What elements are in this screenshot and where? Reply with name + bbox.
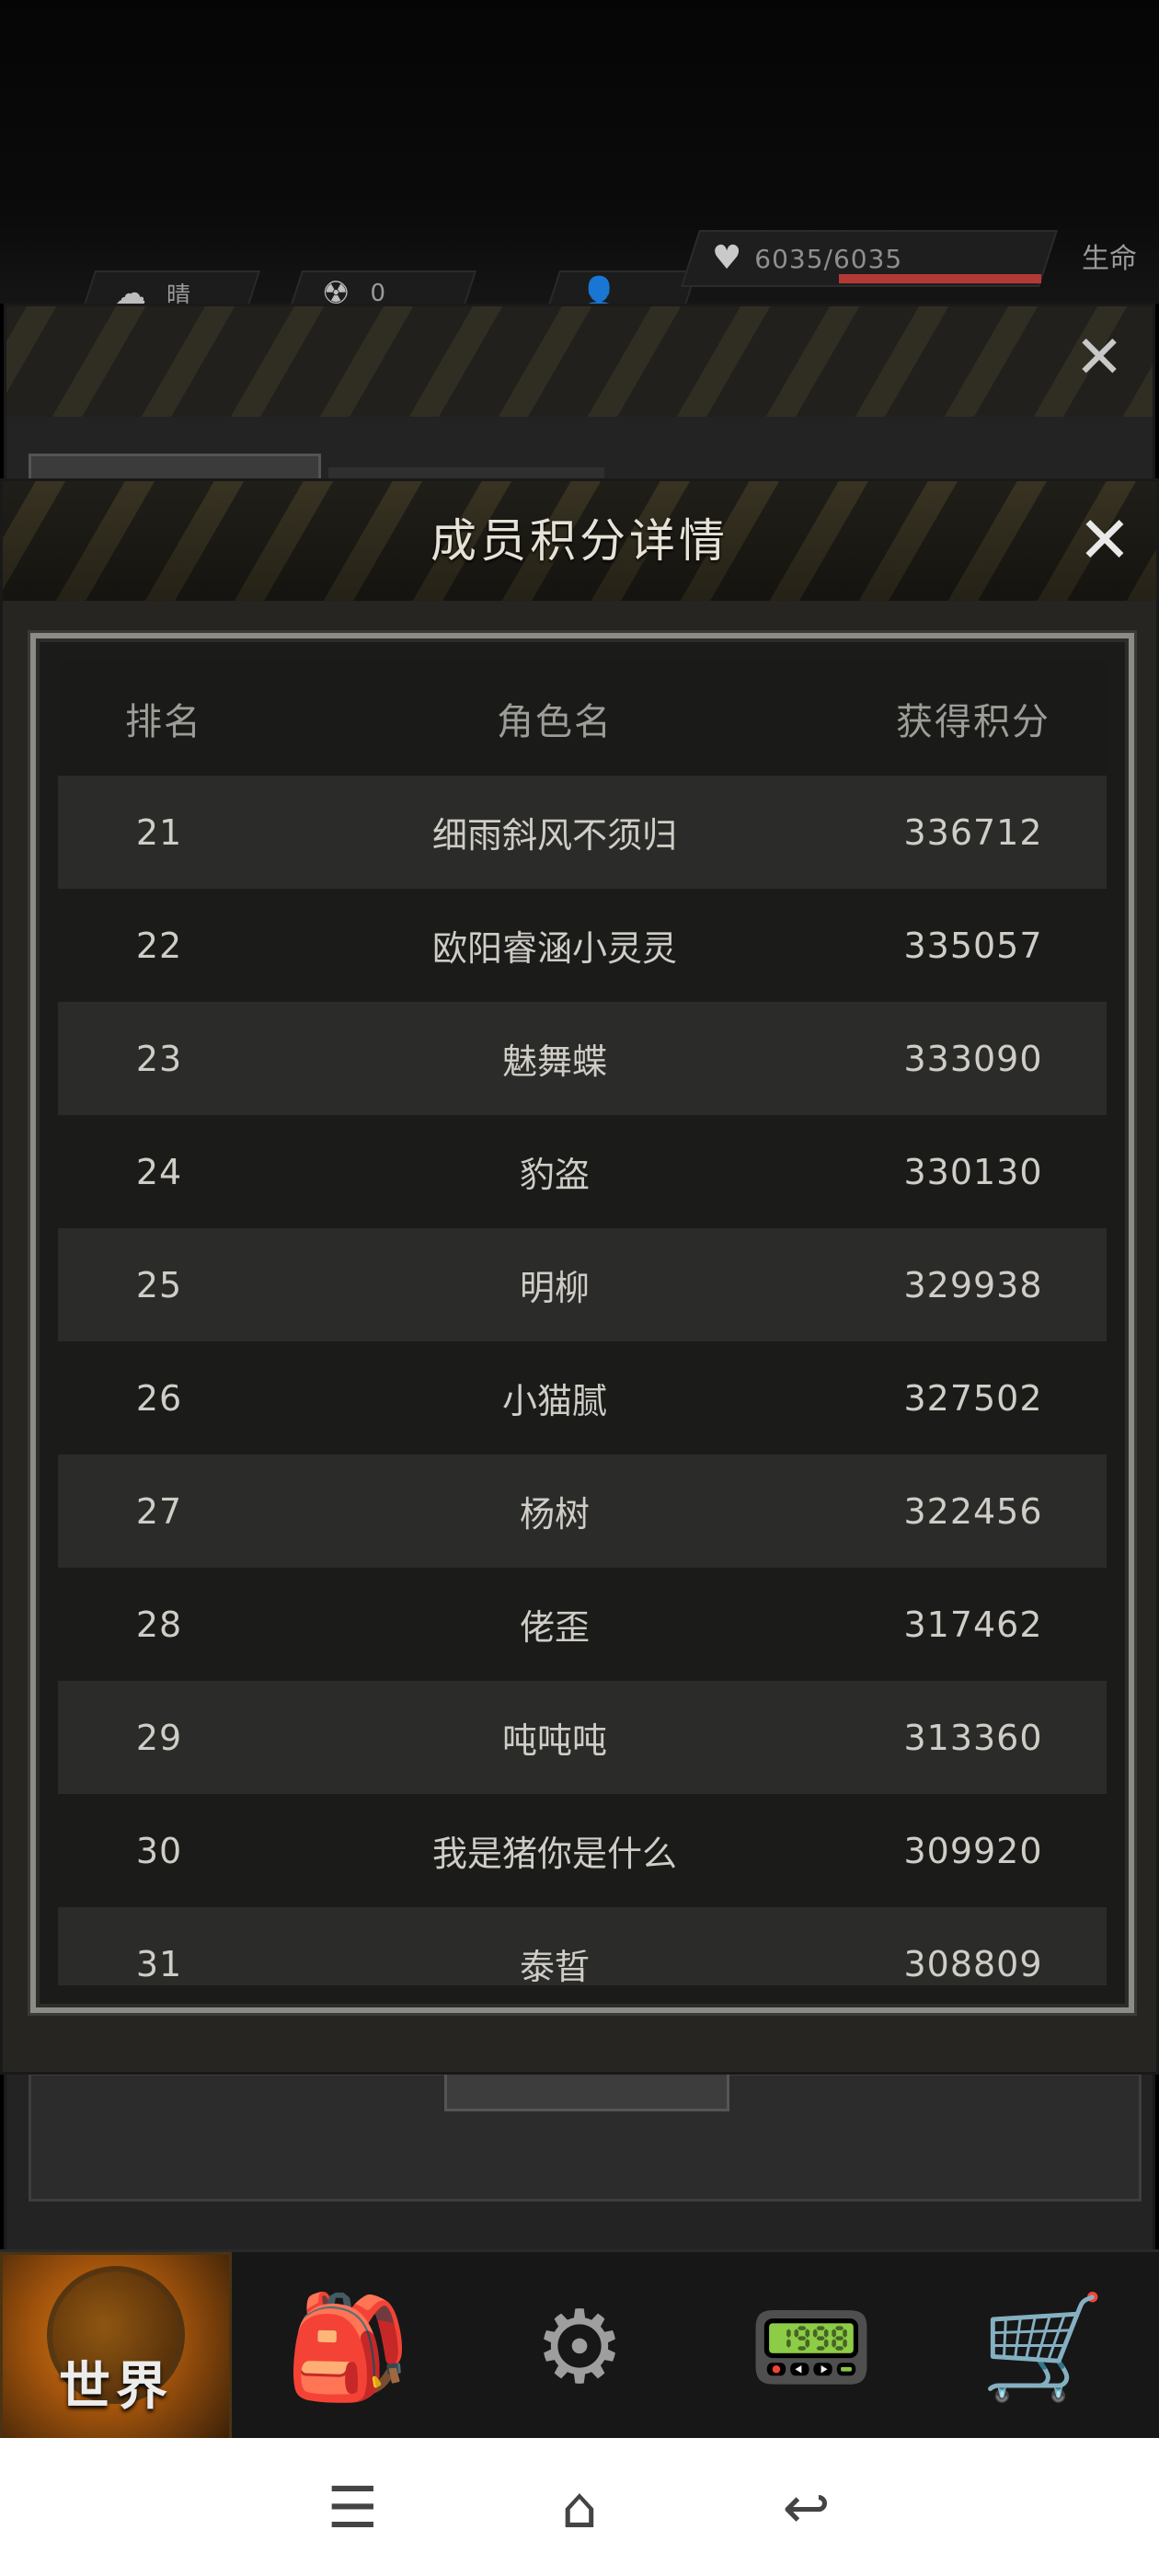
nav-backpack[interactable]: 🎒: [232, 2252, 464, 2441]
row-score: 322456: [903, 1490, 1043, 1532]
back-icon: ↩: [782, 2473, 831, 2541]
row-score: 327502: [903, 1377, 1043, 1419]
menu-icon: ☰: [327, 2473, 379, 2541]
header-name: 角色名: [497, 700, 613, 743]
head-gears-icon: ⚙: [534, 2287, 625, 2406]
back-panel-button[interactable]: [444, 2075, 729, 2111]
row-name: 欧阳睿涵小灵灵: [431, 928, 677, 969]
row-rank: 26: [135, 1377, 183, 1419]
home-button[interactable]: ⌂: [538, 2466, 621, 2548]
row-name: 魅舞蝶: [501, 1041, 607, 1082]
backpack-icon: 🎒: [284, 2287, 411, 2406]
table-row: 24 豹盗 330130: [58, 1115, 1107, 1228]
header-score: 获得积分: [896, 700, 1050, 743]
row-rank: 25: [135, 1264, 183, 1305]
health-label: 生命: [1082, 243, 1137, 275]
table-row: 23 魅舞蝶 333090: [58, 1002, 1107, 1115]
row-score: 308809: [903, 1943, 1043, 1984]
table-header: 排名 角色名 获得积分: [58, 661, 1107, 776]
row-name: 豹盗: [519, 1155, 590, 1195]
heart-pulse-icon: ♥: [712, 239, 742, 277]
table-row: 26 小猫腻 327502: [58, 1341, 1107, 1455]
row-name: 我是猪你是什么: [431, 1834, 677, 1874]
table-row: 27 杨树 322456: [58, 1455, 1107, 1568]
health-bar: [839, 274, 1041, 283]
walkie-talkie-icon: 📟: [748, 2287, 875, 2406]
table-row: 21 细雨斜风不须归 336712: [58, 776, 1107, 889]
row-name: 细雨斜风不须归: [431, 815, 677, 856]
table-row: 28 佬歪 317462: [58, 1568, 1107, 1681]
row-rank: 23: [135, 1038, 183, 1079]
row-score: 309920: [903, 1830, 1043, 1871]
row-name: 明柳: [519, 1268, 590, 1308]
row-rank: 29: [135, 1717, 183, 1758]
nav-radio[interactable]: 📟: [695, 2252, 927, 2441]
table-row: 22 欧阳睿涵小灵灵 335057: [58, 889, 1107, 1002]
nav-world[interactable]: 世界: [0, 2252, 232, 2441]
dialog-header: 成员积分详情 ✕: [3, 481, 1156, 601]
score-table-frame: 排名 角色名 获得积分 21 细雨斜风不须归 336712 22 欧阳睿涵小灵灵 3350…: [30, 633, 1134, 2013]
row-name: 吨吨吨: [501, 1720, 607, 1761]
system-nav-bar: ☰ ⌂ ↩: [0, 2438, 1159, 2576]
row-rank: 22: [135, 925, 183, 966]
row-name: 泰晢: [519, 1947, 590, 1985]
table-body: 21 细雨斜风不须归 336712 22 欧阳睿涵小灵灵 335057 23 魅舞蝶 33309…: [58, 776, 1107, 1985]
row-rank: 30: [135, 1830, 183, 1871]
bottom-nav: 世界 🎒 ⚙ 📟 🛒: [0, 2249, 1159, 2441]
row-name: 小猫腻: [501, 1381, 607, 1421]
dialog-title: 成员积分详情: [430, 514, 729, 568]
shopping-cart-icon: 🛒: [980, 2287, 1107, 2406]
row-rank: 27: [135, 1490, 183, 1532]
table-row: 25 明柳 329938: [58, 1228, 1107, 1341]
header-rank: 排名: [125, 700, 202, 743]
row-name: 杨树: [519, 1494, 590, 1535]
home-icon: ⌂: [561, 2473, 598, 2541]
row-score: 336712: [903, 811, 1043, 853]
score-table[interactable]: 排名 角色名 获得积分 21 细雨斜风不须归 336712 22 欧阳睿涵小灵灵 3350…: [58, 661, 1107, 1985]
back-panel-close-button[interactable]: ✕: [1072, 328, 1127, 387]
table-row: 29 吨吨吨 313360: [58, 1681, 1107, 1794]
back-panel-header: [6, 306, 1153, 417]
row-rank: 28: [135, 1604, 183, 1645]
back-button[interactable]: ↩: [765, 2466, 848, 2548]
row-score: 313360: [903, 1717, 1043, 1758]
nav-world-label: 世界: [59, 2357, 173, 2417]
dialog-close-button[interactable]: ✕: [1075, 508, 1134, 572]
row-rank: 31: [135, 1943, 183, 1984]
row-score: 317462: [903, 1604, 1043, 1645]
health-text: 6035/6035: [754, 243, 903, 274]
row-score: 335057: [903, 925, 1043, 966]
row-name: 佬歪: [519, 1607, 590, 1648]
row-rank: 21: [135, 811, 183, 853]
menu-button[interactable]: ☰: [311, 2466, 394, 2548]
row-score: 330130: [903, 1151, 1043, 1192]
close-icon: ✕: [1074, 324, 1124, 392]
member-score-dialog: 成员积分详情 ✕ 排名 角色名 获得积分 21 细雨斜风不须归 336712 22 欧阳…: [0, 478, 1159, 2075]
nav-skills[interactable]: ⚙: [464, 2252, 695, 2441]
row-rank: 24: [135, 1151, 183, 1192]
table-row: 30 我是猪你是什么 309920: [58, 1794, 1107, 1907]
row-score: 333090: [903, 1038, 1043, 1079]
table-row: 31 泰晢 308809: [58, 1907, 1107, 1985]
row-score: 329938: [903, 1264, 1043, 1305]
nav-shop[interactable]: 🛒: [927, 2252, 1159, 2441]
close-icon: ✕: [1077, 502, 1132, 578]
